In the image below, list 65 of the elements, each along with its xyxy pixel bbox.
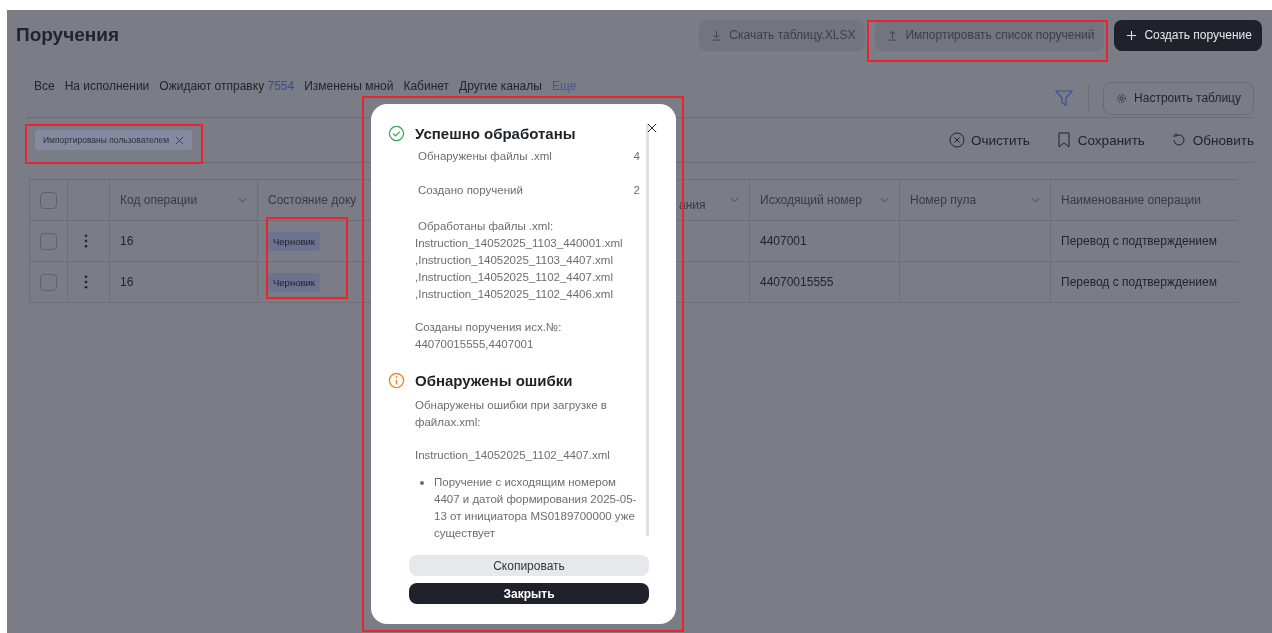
row-checkbox[interactable] bbox=[40, 232, 57, 250]
more-options-icon[interactable] bbox=[84, 234, 88, 248]
error-message: Поручение с исходящим номером 4407 и датой формирования 2025-05-13 от инициатора MS0189700000 уже существует bbox=[434, 475, 638, 541]
status-badge: Черновик bbox=[268, 231, 320, 251]
table-cell: Перевод с подтверждением bbox=[1061, 275, 1217, 289]
close-icon[interactable] bbox=[647, 123, 657, 133]
toolbar-action[interactable]: Сохранить bbox=[1055, 132, 1145, 148]
row-checkbox[interactable] bbox=[40, 273, 57, 291]
filter-icon[interactable] bbox=[1054, 88, 1075, 108]
column-header[interactable]: Исходящий номер bbox=[760, 190, 889, 210]
table-cell: 4407001 bbox=[760, 234, 807, 248]
column-header[interactable]: Наименование операции bbox=[1061, 190, 1228, 210]
plus-icon bbox=[1126, 29, 1138, 41]
refresh-icon bbox=[1170, 132, 1187, 148]
table-cell: 16 bbox=[120, 275, 134, 289]
table-cell: 16 bbox=[120, 234, 134, 248]
table-cell: Перевод с подтверждением bbox=[1061, 234, 1217, 248]
stat-label: Обнаружены файлы .xml bbox=[418, 150, 552, 164]
dialog-text: Instruction_14052025_1102_4407.xml bbox=[415, 448, 611, 463]
filter-tab[interactable]: Изменены мной bbox=[304, 77, 394, 95]
header-button[interactable]: Создать поручение bbox=[1114, 19, 1262, 51]
dialog-text: Обнаружены ошибки при загрузке в файлах.xml: bbox=[415, 398, 608, 430]
dialog-text: 44070015555,4407001 bbox=[415, 337, 535, 352]
stat-value: 2 bbox=[633, 184, 640, 198]
select-all-checkbox[interactable] bbox=[40, 191, 57, 209]
check-circle-icon bbox=[388, 124, 405, 142]
status-badge: Черновик bbox=[268, 272, 320, 292]
chevron-down-icon[interactable] bbox=[730, 197, 739, 203]
page-title: Поручения bbox=[16, 24, 120, 46]
table-settings-button[interactable]: Настроить таблицу bbox=[1103, 81, 1254, 115]
table-cell: 44070015555 bbox=[760, 275, 834, 289]
dialog-text: ,Instruction_14052025_1103_4407.xml bbox=[415, 253, 614, 268]
column-header[interactable]: Номер пула bbox=[910, 190, 1040, 210]
stat-label: Создано поручений bbox=[418, 184, 523, 198]
filter-tab[interactable]: Ожидают отправку 7554 bbox=[159, 77, 295, 95]
dialog-text: ,Instruction_14052025_1102_4406.xml bbox=[415, 287, 614, 302]
filter-tab[interactable]: Другие каналы bbox=[459, 77, 542, 95]
dialog-text: Обработаны файлы .xml: bbox=[417, 219, 555, 234]
bookmark-icon bbox=[1055, 132, 1072, 148]
stat-value: 4 bbox=[633, 150, 640, 164]
dialog-button[interactable]: Закрыть bbox=[409, 583, 649, 604]
dialog-text: Созданы поручения исх.№: bbox=[415, 320, 563, 335]
more-options-icon[interactable] bbox=[84, 275, 88, 289]
toolbar-action[interactable]: Обновить bbox=[1170, 132, 1254, 148]
info-circle-icon bbox=[388, 371, 405, 389]
scrollbar[interactable] bbox=[646, 124, 649, 536]
dialog-text: Instruction_14052025_1103_440001.xml bbox=[415, 236, 624, 251]
upload-icon bbox=[887, 29, 899, 41]
gear-icon bbox=[1116, 92, 1128, 104]
section-title: Обнаружены ошибки bbox=[415, 371, 573, 389]
filter-tab[interactable]: На исполнении bbox=[64, 77, 150, 95]
section-title: Успешно обработаны bbox=[415, 124, 576, 142]
clear-icon bbox=[949, 132, 965, 148]
chevron-down-icon[interactable] bbox=[880, 197, 889, 203]
filter-tab[interactable]: Кабинет bbox=[403, 77, 450, 95]
chevron-down-icon[interactable] bbox=[238, 197, 247, 203]
column-header[interactable]: Состояние доку bbox=[268, 190, 397, 210]
toolbar-action[interactable]: Очистить bbox=[949, 132, 1030, 148]
column-header[interactable]: Код операции bbox=[120, 190, 247, 210]
filter-tab[interactable]: Все bbox=[34, 77, 55, 95]
download-icon bbox=[711, 29, 723, 41]
chevron-down-icon[interactable] bbox=[1031, 197, 1040, 203]
filter-chip[interactable]: Импортированы пользователем bbox=[35, 130, 193, 150]
dialog-button[interactable]: Скопировать bbox=[409, 555, 649, 576]
dialog-text: ,Instruction_14052025_1102_4407.xml bbox=[415, 270, 614, 285]
